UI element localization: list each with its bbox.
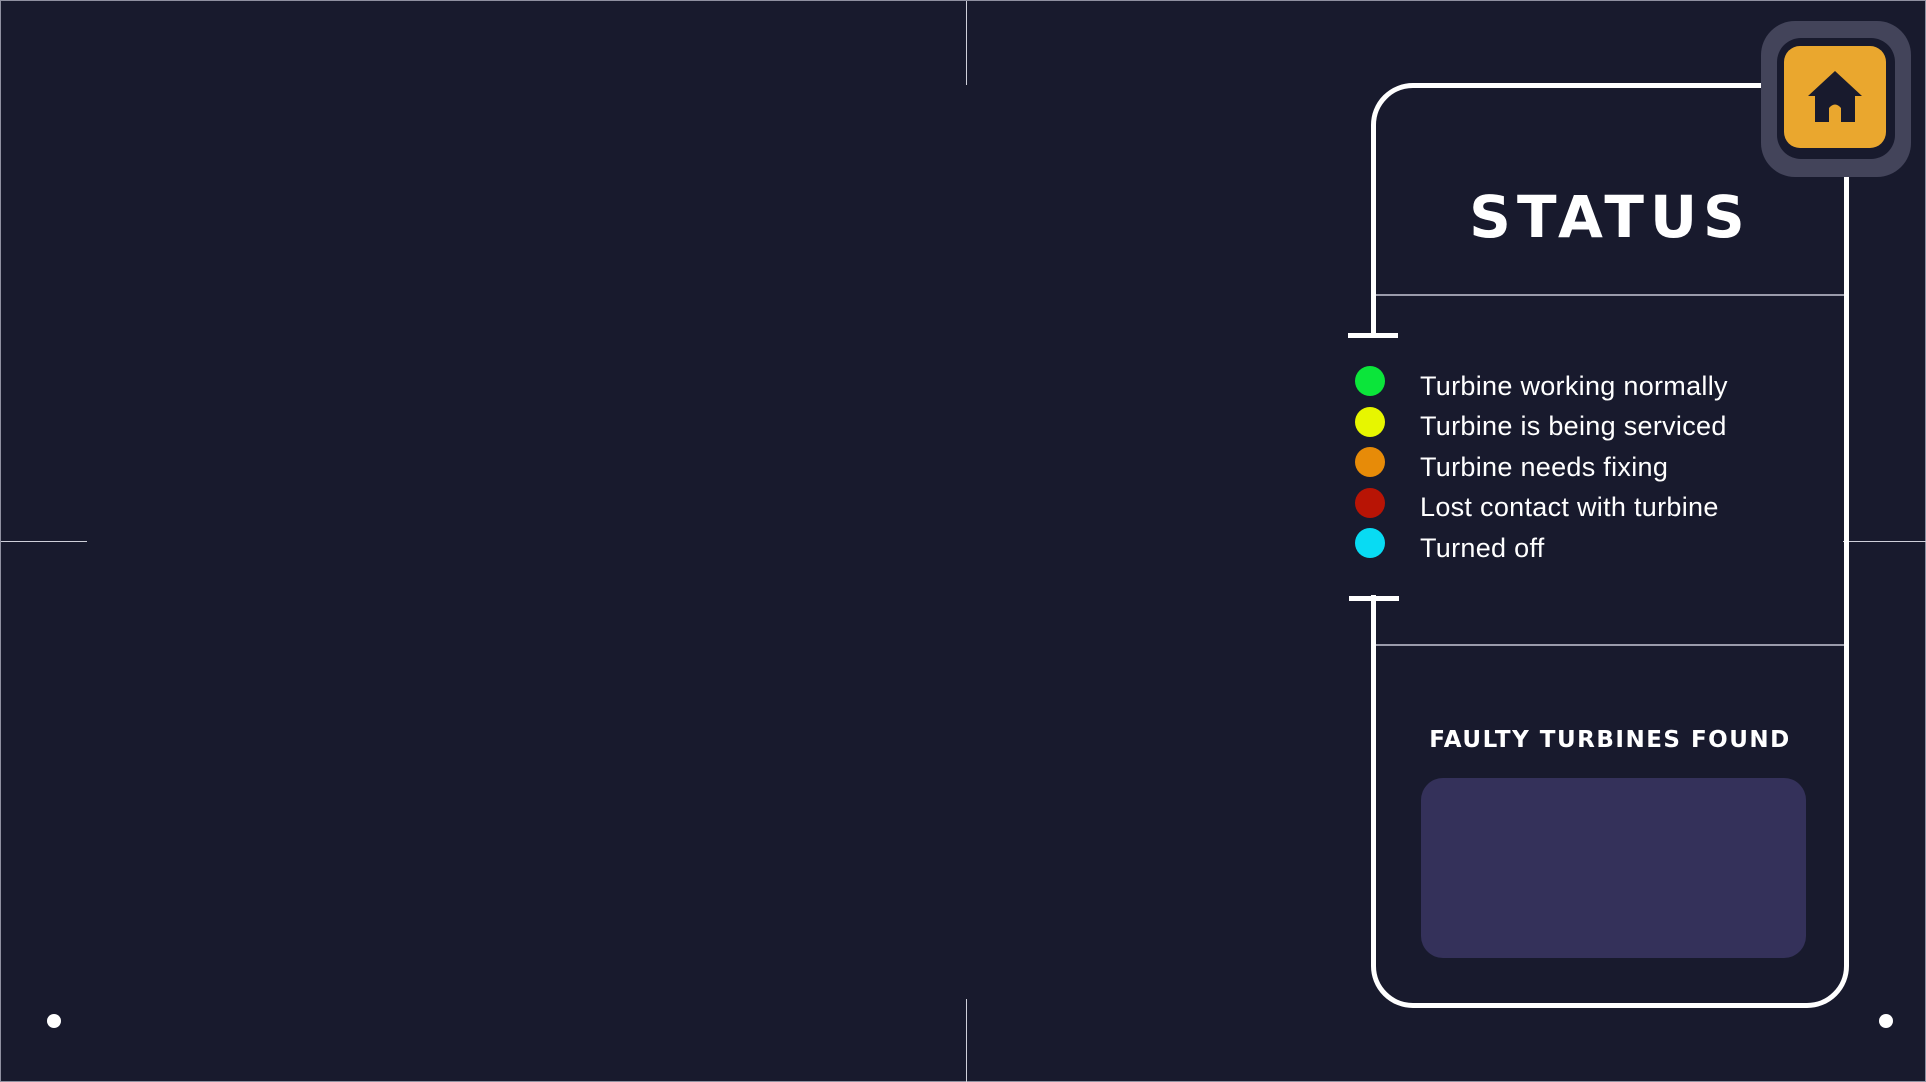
legend-bracket-bottom [1349, 596, 1399, 601]
legend-label: Turbine working normally [1420, 370, 1728, 401]
legend-bracket-top [1348, 333, 1398, 338]
legend-dot-lost-contact [1355, 487, 1385, 518]
legend-label: Lost contact with turbine [1420, 492, 1719, 523]
legend-dot-turned-off [1355, 528, 1385, 559]
legend-dot-normal [1355, 366, 1385, 397]
faulty-turbines-title: FAULTY TURBINES FOUND [1429, 727, 1791, 753]
guide-line-top [966, 1, 967, 85]
legend-dot-serviced [1355, 406, 1385, 437]
legend-item: Lost contact with turbine [1355, 487, 1815, 529]
guide-line-left [1, 541, 87, 542]
legend-label: Turbine is being serviced [1420, 411, 1727, 442]
guide-line-bottom [966, 999, 967, 1082]
legend-dot-needs-fixing [1355, 447, 1385, 478]
faulty-turbines-list [1421, 778, 1806, 958]
legend-item: Turbine working normally [1355, 366, 1815, 407]
status-legend: Turbine working normally Turbine is bein… [1355, 366, 1815, 569]
panel-divider-top [1376, 294, 1844, 296]
home-icon [1808, 71, 1862, 122]
home-button-face[interactable] [1784, 46, 1886, 148]
legend-item: Turbine needs fixing [1355, 447, 1815, 488]
legend-item: Turned off [1355, 528, 1815, 569]
home-button[interactable] [1777, 38, 1895, 159]
legend-label: Turbine needs fixing [1420, 451, 1669, 482]
legend-label: Turned off [1420, 532, 1545, 563]
status-title: STATUS [1469, 183, 1751, 251]
corner-dot-left [47, 1014, 61, 1028]
app-canvas: STATUS Turbine working normally Turbine … [0, 0, 1926, 1082]
guide-line-right [1843, 541, 1926, 542]
legend-item: Turbine is being serviced [1355, 406, 1815, 448]
panel-divider-bottom [1376, 644, 1844, 646]
corner-dot-right [1879, 1014, 1893, 1028]
